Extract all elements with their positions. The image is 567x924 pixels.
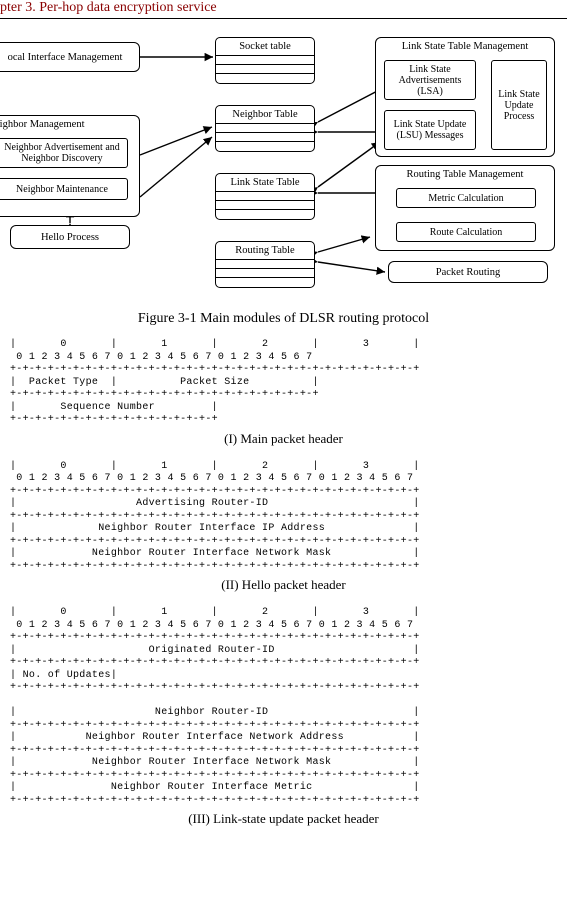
chapter-header: pter 3. Per-hop data encryption service (0, 0, 567, 19)
metric-calc-box: Metric Calculation (396, 188, 536, 208)
link-state-table-box: Link State Table (215, 173, 315, 220)
module-diagram: ocal Interface Management eighbor Manage… (0, 27, 567, 307)
hello-process-box: Hello Process (10, 225, 130, 249)
hello-packet-caption: (II) Hello packet header (0, 577, 567, 593)
link-state-mgmt-box: Link State Table Management Link State A… (375, 37, 555, 157)
route-calc-box: Route Calculation (396, 222, 536, 242)
figure-caption: Figure 3-1 Main modules of DLSR routing … (0, 311, 567, 327)
lsu-packet-header-ascii: | 0 | 1 | 2 | 3 | 0 1 2 3 4 5 6 7 0 1 2 … (10, 607, 557, 807)
lsa-box: Link State Advertisements (LSA) (384, 60, 476, 100)
routing-mgmt-label: Routing Table Management (376, 169, 554, 180)
socket-table-label: Socket table (216, 38, 314, 56)
local-interface-mgmt-box: ocal Interface Management (0, 42, 140, 72)
routing-table-box: Routing Table (215, 241, 315, 288)
socket-table-box: Socket table (215, 37, 315, 84)
packet-routing-box: Packet Routing (388, 261, 548, 283)
neighbor-mgmt-label: eighbor Management (0, 119, 85, 130)
main-packet-caption: (I) Main packet header (0, 431, 567, 447)
lsup-box: Link State Update Process (491, 60, 547, 150)
routing-mgmt-box: Routing Table Management Metric Calculat… (375, 165, 555, 251)
neighbor-table-label: Neighbor Table (216, 106, 314, 124)
neighbor-mgmt-box: eighbor Management Neighbor Advertisemen… (0, 115, 140, 217)
routing-table-label: Routing Table (216, 242, 314, 260)
lsu-packet-caption: (III) Link-state update packet header (0, 811, 567, 827)
neighbor-maint-box: Neighbor Maintenance (0, 178, 128, 200)
hello-packet-header-ascii: | 0 | 1 | 2 | 3 | 0 1 2 3 4 5 6 7 0 1 2 … (10, 461, 557, 574)
neighbor-adv-box: Neighbor Advertisement and Neighbor Disc… (0, 138, 128, 168)
lsu-msgs-box: Link State Update (LSU) Messages (384, 110, 476, 150)
link-state-table-label: Link State Table (216, 174, 314, 192)
link-state-mgmt-label: Link State Table Management (376, 41, 554, 52)
neighbor-table-box: Neighbor Table (215, 105, 315, 152)
main-packet-header-ascii: | 0 | 1 | 2 | 3 | 0 1 2 3 4 5 6 7 0 1 2 … (10, 339, 557, 427)
